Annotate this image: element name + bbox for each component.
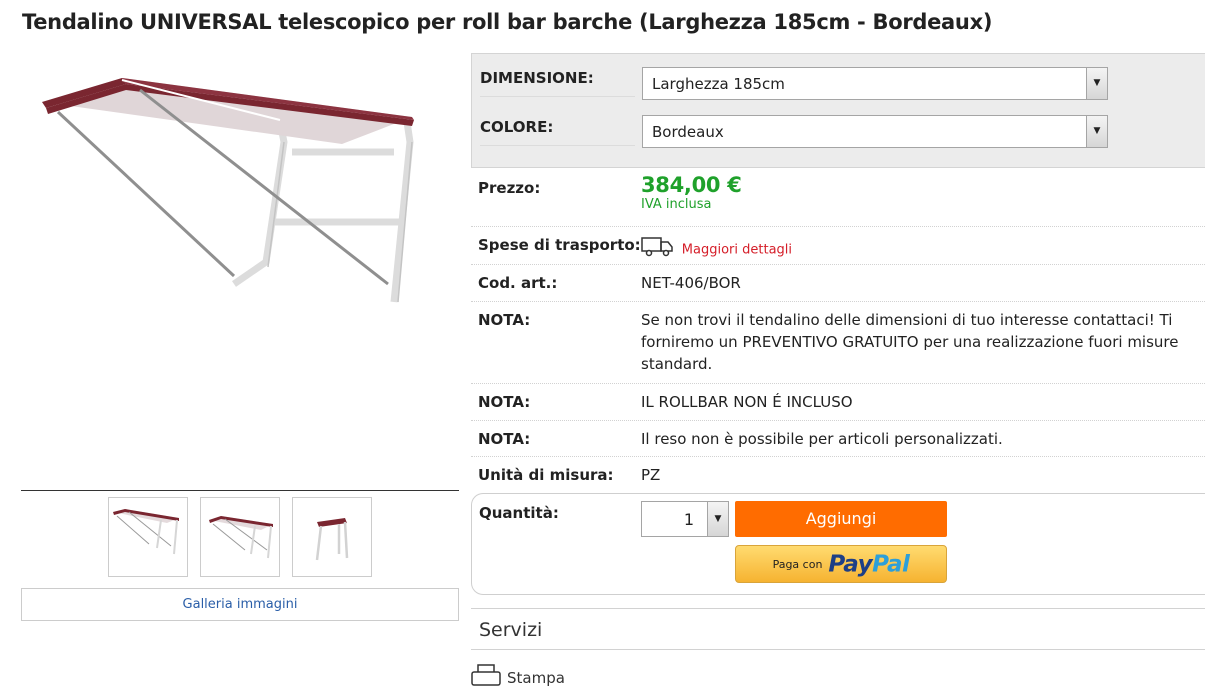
chevron-down-icon[interactable]: ▼ bbox=[1086, 116, 1107, 147]
gallery-divider bbox=[21, 490, 459, 491]
color-select[interactable]: Bordeaux ▼ bbox=[642, 115, 1108, 148]
thumbnail-3[interactable] bbox=[292, 497, 372, 577]
paypal-logo-pay: Pay bbox=[828, 551, 873, 578]
code-value: NET-406/BOR bbox=[641, 274, 741, 292]
paypal-prefix: Paga con bbox=[772, 557, 823, 571]
chevron-down-icon[interactable]: ▼ bbox=[1086, 68, 1107, 99]
variant-selector-panel: DIMENSIONE: Larghezza 185cm ▼ COLORE: Bo… bbox=[471, 53, 1205, 168]
purchase-panel: Quantità: 1 ▼ Aggiungi Paga con PayPal bbox=[471, 493, 1205, 595]
vat-note: IVA inclusa bbox=[641, 197, 712, 212]
product-main-image[interactable] bbox=[22, 62, 458, 392]
paypal-button[interactable]: Paga con PayPal bbox=[735, 545, 947, 583]
price-value: 384,00 € bbox=[641, 173, 742, 197]
product-title: Tendalino UNIVERSAL telescopico per roll… bbox=[22, 10, 993, 34]
print-label: Stampa bbox=[507, 669, 565, 687]
price-row: Prezzo: 384,00 € IVA inclusa bbox=[471, 167, 1205, 227]
gallery-button[interactable]: Galleria immagini bbox=[21, 588, 459, 621]
note-row-1: NOTA: Se non trovi il tendalino delle di… bbox=[471, 302, 1205, 384]
services-section: Servizi bbox=[471, 608, 1205, 650]
note-2-label: NOTA: bbox=[478, 393, 531, 411]
shipping-label: Spese di trasporto: bbox=[478, 236, 641, 254]
note-row-3: NOTA: Il reso non è possibile per artico… bbox=[471, 421, 1205, 457]
truck-icon bbox=[641, 235, 673, 263]
note-2-value: IL ROLLBAR NON É INCLUSO bbox=[641, 393, 853, 411]
chevron-down-icon[interactable]: ▼ bbox=[707, 502, 728, 536]
unit-value: PZ bbox=[641, 466, 661, 484]
thumbnail-2[interactable] bbox=[200, 497, 280, 577]
quantity-select[interactable]: 1 ▼ bbox=[641, 501, 729, 537]
note-1-value: Se non trovi il tendalino delle dimensio… bbox=[641, 311, 1179, 373]
note-row-2: NOTA: IL ROLLBAR NON É INCLUSO bbox=[471, 384, 1205, 421]
unit-label: Unità di misura: bbox=[478, 466, 614, 484]
shipping-value: Maggiori dettagli bbox=[641, 235, 1201, 263]
note-3-value: Il reso non è possibile per articoli per… bbox=[641, 430, 1003, 448]
add-to-cart-button[interactable]: Aggiungi bbox=[735, 501, 947, 537]
color-select-value: Bordeaux bbox=[652, 123, 724, 141]
dimension-select[interactable]: Larghezza 185cm ▼ bbox=[642, 67, 1108, 100]
unit-row: Unità di misura: PZ bbox=[471, 457, 1205, 491]
shipping-details-link[interactable]: Maggiori dettagli bbox=[682, 243, 792, 258]
quantity-value: 1 bbox=[683, 510, 694, 529]
price-block: 384,00 € IVA inclusa bbox=[641, 173, 1201, 212]
services-heading: Servizi bbox=[479, 619, 543, 641]
shipping-row: Spese di trasporto: Maggiori dettagli bbox=[471, 227, 1205, 265]
code-row: Cod. art.: NET-406/BOR bbox=[471, 265, 1205, 302]
note-3-label: NOTA: bbox=[478, 430, 531, 448]
printer-icon bbox=[471, 664, 501, 690]
code-label: Cod. art.: bbox=[478, 274, 558, 292]
quantity-label: Quantità: bbox=[479, 504, 559, 522]
color-label: COLORE: bbox=[480, 118, 635, 146]
dimension-select-value: Larghezza 185cm bbox=[652, 75, 785, 93]
paypal-logo-pal: Pal bbox=[872, 551, 910, 578]
thumbnail-1[interactable] bbox=[108, 497, 188, 577]
dimension-label: DIMENSIONE: bbox=[480, 69, 635, 97]
note-1-label: NOTA: bbox=[478, 311, 531, 329]
price-label: Prezzo: bbox=[478, 179, 541, 197]
